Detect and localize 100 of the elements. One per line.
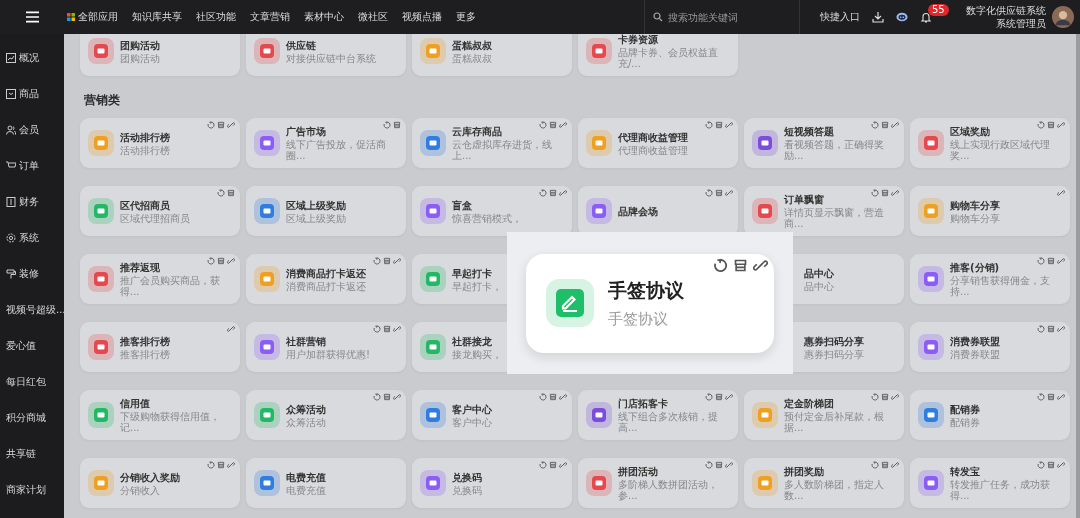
link-icon[interactable] <box>891 461 899 469</box>
sync-icon[interactable] <box>207 461 215 469</box>
sync-icon[interactable] <box>539 393 547 401</box>
app-card[interactable]: 手签协议 手签协议 <box>526 253 774 353</box>
app-card[interactable]: 订单飘窗 详情页显示飘窗，营造商... <box>744 186 904 236</box>
app-card[interactable]: 推客(分销) 分享销售获得佣金，支持... <box>910 254 1070 304</box>
sidebar-item[interactable]: 会员 <box>0 112 64 148</box>
app-card[interactable]: 众筹活动 众筹活动 <box>246 390 406 440</box>
sync-icon[interactable] <box>871 461 879 469</box>
sidebar-item[interactable]: 商品 <box>0 76 64 112</box>
app-card[interactable]: 门店拓客卡 线下组合多次核销，提高... <box>578 390 738 440</box>
app-card[interactable]: 分销收入奖励 分销收入 <box>80 458 240 508</box>
store-icon[interactable] <box>881 461 889 469</box>
sync-icon[interactable] <box>705 189 713 197</box>
sync-icon[interactable] <box>871 189 879 197</box>
sidebar-item[interactable]: 系统 <box>0 220 64 256</box>
store-icon[interactable] <box>715 189 723 197</box>
sidebar-item[interactable]: 商家计划 <box>0 472 64 508</box>
sidebar-item[interactable]: 爱心值 <box>0 328 64 364</box>
nav-link[interactable]: 微社区 <box>358 10 388 24</box>
bell-icon[interactable] <box>920 11 932 23</box>
link-icon[interactable] <box>559 121 567 129</box>
sync-icon[interactable] <box>207 121 215 129</box>
store-icon[interactable] <box>393 121 401 129</box>
app-card[interactable]: 社群营销 用户加群获得优惠! <box>246 322 406 372</box>
app-card[interactable]: 蛋糕叔叔 蛋糕叔叔 <box>412 34 572 76</box>
menu-icon[interactable] <box>26 11 39 23</box>
link-icon[interactable] <box>725 461 733 469</box>
sidebar-item[interactable]: 订单 <box>0 148 64 184</box>
sync-icon[interactable] <box>871 121 879 129</box>
link-icon[interactable] <box>559 461 567 469</box>
app-card[interactable]: 购物车分享 购物车分享 <box>910 186 1070 236</box>
download-icon[interactable] <box>872 11 884 23</box>
link-icon[interactable] <box>725 121 733 129</box>
app-card[interactable]: 消费商品打卡返还 消费商品打卡返还 <box>246 254 406 304</box>
sync-icon[interactable] <box>705 393 713 401</box>
link-icon[interactable] <box>393 393 401 401</box>
link-icon[interactable] <box>393 257 401 265</box>
sidebar-item[interactable]: 共享链 <box>0 436 64 472</box>
link-icon[interactable] <box>227 325 235 333</box>
store-icon[interactable] <box>383 325 391 333</box>
app-card[interactable]: 推客排行榜 推客排行榜 <box>80 322 240 372</box>
store-icon[interactable] <box>549 121 557 129</box>
app-card[interactable]: 转发宝 转发推广任务，成功获得... <box>910 458 1070 508</box>
app-card[interactable]: 区代招商员 区域代理招商员 <box>80 186 240 236</box>
sync-icon[interactable] <box>705 461 713 469</box>
store-icon[interactable] <box>1047 393 1055 401</box>
sync-icon[interactable] <box>383 121 391 129</box>
link-icon[interactable] <box>725 189 733 197</box>
store-icon[interactable] <box>881 121 889 129</box>
app-card[interactable]: 客户中心 客户中心 <box>412 390 572 440</box>
link-icon[interactable] <box>1057 393 1065 401</box>
app-card[interactable]: 拼团奖励 多人数阶梯团，指定人数... <box>744 458 904 508</box>
app-card[interactable]: 短视频答题 看视频答题，正确得奖励... <box>744 118 904 168</box>
sync-icon[interactable] <box>373 393 381 401</box>
nav-link[interactable]: 社区功能 <box>196 10 236 24</box>
store-icon[interactable] <box>1047 257 1055 265</box>
sync-icon[interactable] <box>373 257 381 265</box>
sync-icon[interactable] <box>539 121 547 129</box>
app-card[interactable]: 团购活动 团购活动 <box>80 34 240 76</box>
sync-icon[interactable] <box>705 121 713 129</box>
sync-icon[interactable] <box>217 189 225 197</box>
app-card[interactable]: 定金阶梯团 预付定金后补尾款，根据... <box>744 390 904 440</box>
robot-icon[interactable] <box>896 11 908 23</box>
link-icon[interactable] <box>1057 121 1065 129</box>
link-icon[interactable] <box>559 393 567 401</box>
app-card[interactable]: 活动排行榜 活动排行榜 <box>80 118 240 168</box>
store-icon[interactable] <box>733 257 748 273</box>
store-icon[interactable] <box>217 461 225 469</box>
sync-icon[interactable] <box>373 325 381 333</box>
store-icon[interactable] <box>881 189 889 197</box>
sidebar-item[interactable]: 视频号超级... <box>0 292 64 328</box>
link-icon[interactable] <box>1057 325 1065 333</box>
sync-icon[interactable] <box>1037 257 1045 265</box>
link-icon[interactable] <box>891 393 899 401</box>
link-icon[interactable] <box>393 325 401 333</box>
store-icon[interactable] <box>227 189 235 197</box>
sync-icon[interactable] <box>1037 325 1045 333</box>
app-card[interactable]: 配销券 配销券 <box>910 390 1070 440</box>
link-icon[interactable] <box>1057 461 1065 469</box>
link-icon[interactable] <box>227 461 235 469</box>
nav-link[interactable]: 视频点播 <box>402 10 442 24</box>
link-icon[interactable] <box>227 121 235 129</box>
link-icon[interactable] <box>891 121 899 129</box>
store-icon[interactable] <box>217 257 225 265</box>
link-icon[interactable] <box>753 257 768 273</box>
app-card[interactable]: 电费充值 电费充值 <box>246 458 406 508</box>
sidebar-item[interactable]: 装修 <box>0 256 64 292</box>
sync-icon[interactable] <box>207 257 215 265</box>
sync-icon[interactable] <box>539 461 547 469</box>
sidebar-item[interactable]: 每日红包 <box>0 364 64 400</box>
avatar[interactable] <box>1052 6 1074 28</box>
store-icon[interactable] <box>1047 121 1055 129</box>
store-icon[interactable] <box>715 393 723 401</box>
nav-link[interactable]: 全部应用 <box>78 10 118 24</box>
store-icon[interactable] <box>1047 325 1055 333</box>
sync-icon[interactable] <box>1037 393 1045 401</box>
store-icon[interactable] <box>383 257 391 265</box>
app-card[interactable]: 卡券资源 品牌卡券、会员权益直充/... <box>578 34 738 76</box>
sidebar-item[interactable]: 财务 <box>0 184 64 220</box>
